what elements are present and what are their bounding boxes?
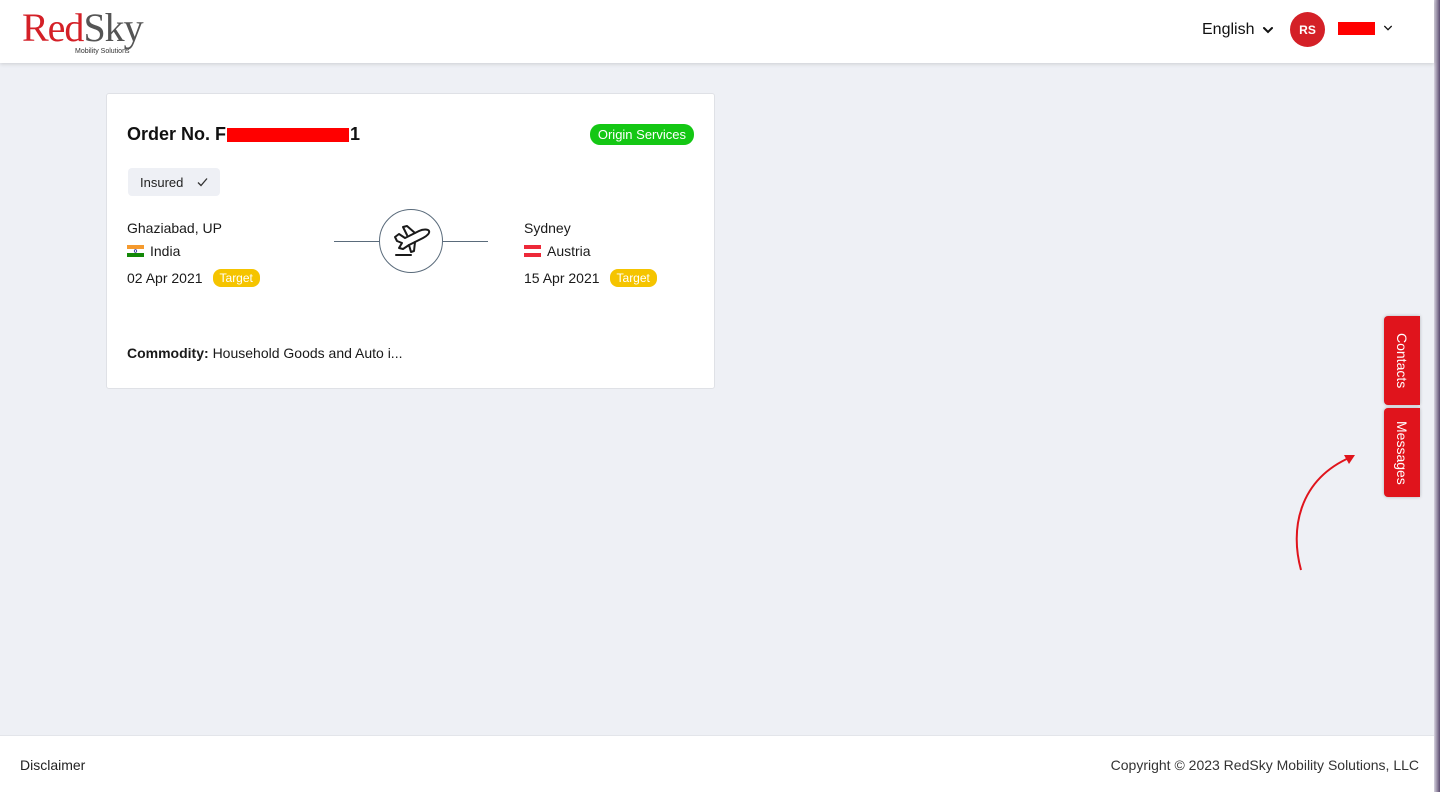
route-line-left: [334, 241, 380, 242]
user-avatar[interactable]: RS: [1290, 12, 1325, 47]
logo-wordmark: RedSky: [22, 5, 144, 50]
order-title: Order No. F 1: [127, 124, 360, 145]
messages-tab[interactable]: Messages: [1384, 408, 1420, 497]
destination-date: 15 Apr 2021: [524, 269, 600, 286]
commodity-label: Commodity:: [127, 345, 209, 361]
commodity-line: Commodity: Household Goods and Auto i...: [127, 345, 402, 361]
austria-flag-icon: [524, 244, 541, 257]
origin-city: Ghaziabad, UP: [127, 219, 222, 236]
check-icon: [197, 178, 208, 187]
origin-date: 02 Apr 2021: [127, 269, 203, 286]
transport-mode: [379, 209, 443, 273]
contacts-tab[interactable]: Contacts: [1384, 316, 1420, 405]
destination-location: Sydney Austria 15 Apr 2021 Target: [524, 216, 657, 289]
origin-target-badge: Target: [212, 268, 260, 287]
window-edge: [1434, 0, 1440, 792]
redsky-logo[interactable]: RedSky Mobility Solutions: [20, 6, 145, 60]
route-line-right: [443, 241, 488, 242]
page-footer: Disclaimer Copyright © 2023 RedSky Mobil…: [0, 735, 1434, 792]
disclaimer-link[interactable]: Disclaimer: [20, 757, 85, 773]
service-status-badge: Origin Services: [589, 124, 694, 145]
chevron-down-icon: [1384, 25, 1392, 31]
insured-label: Insured: [140, 174, 184, 190]
destination-country: Austria: [547, 242, 591, 259]
redacted-username: [1338, 21, 1375, 35]
destination-city: Sydney: [524, 219, 571, 236]
annotation-arrow-icon: [1295, 455, 1355, 571]
copyright-text: Copyright © 2023 RedSky Mobility Solutio…: [1110, 757, 1419, 773]
origin-location: Ghaziabad, UP India 02 Apr 2021 Target: [127, 216, 260, 289]
order-title-suffix: 1: [350, 124, 361, 144]
destination-target-badge: Target: [609, 268, 657, 287]
order-title-prefix: Order No. F: [127, 124, 227, 144]
language-label: English: [1202, 21, 1255, 38]
chevron-down-icon: [1263, 27, 1274, 34]
origin-country: India: [150, 242, 181, 259]
order-card[interactable]: Order No. F 1 Origin Services Insured Gh…: [106, 93, 715, 389]
contacts-tab-label: Contacts: [1394, 332, 1410, 389]
messages-tab-label: Messages: [1394, 420, 1410, 485]
user-menu[interactable]: [1338, 20, 1393, 36]
redacted-order-number: [227, 127, 350, 142]
logo-tagline: Mobility Solutions: [75, 48, 130, 55]
language-selector[interactable]: English: [1202, 20, 1274, 40]
india-flag-icon: [127, 244, 144, 257]
airplane-icon: [394, 225, 431, 256]
top-header: RedSky Mobility Solutions English RS: [0, 0, 1434, 63]
insured-tag: Insured: [128, 168, 221, 196]
commodity-value: Household Goods and Auto i...: [212, 345, 403, 361]
